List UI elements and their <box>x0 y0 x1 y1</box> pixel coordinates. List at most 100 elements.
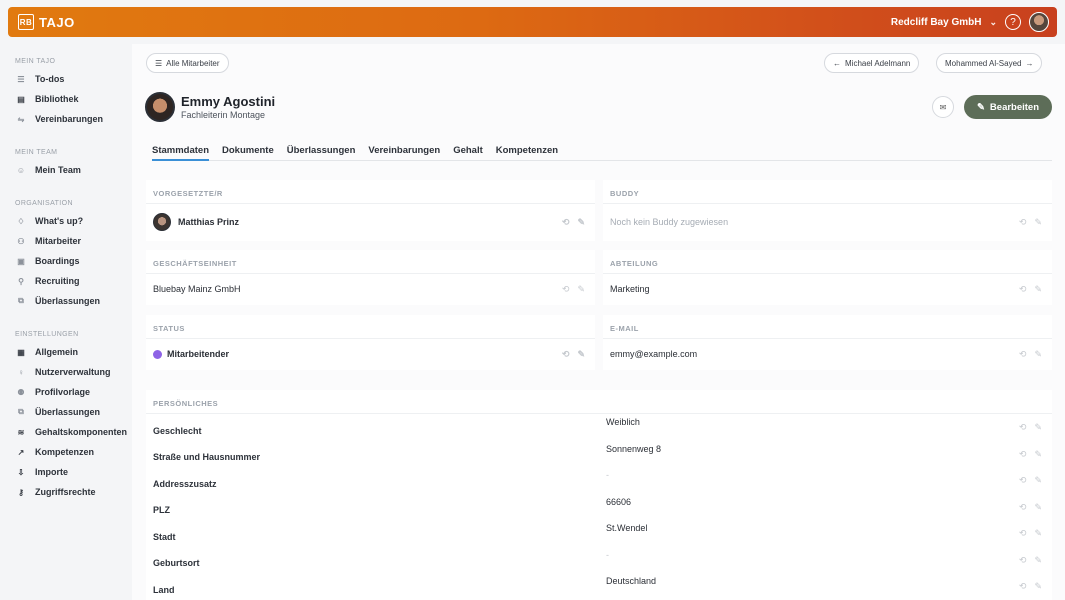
history-icon[interactable]: ⟲ <box>1019 349 1027 360</box>
pencil-icon[interactable]: ✎ <box>1034 284 1042 295</box>
pencil-icon[interactable]: ✎ <box>577 217 585 228</box>
all-employees-button[interactable]: ☰ Alle Mitarbeiter <box>146 53 229 73</box>
all-employees-label: Alle Mitarbeiter <box>166 58 220 68</box>
pencil-icon[interactable]: ✎ <box>1034 349 1042 360</box>
personal-row-value: 66606 <box>606 496 632 507</box>
tab-vereinbarungen[interactable]: Vereinbarungen <box>368 140 440 161</box>
sidebar-item-kompetenzen[interactable]: ↗ Kompetenzen <box>0 442 132 462</box>
employee-role: Fachleiterin Montage <box>181 110 266 120</box>
sidebar-section-title: EINSTELLUNGEN <box>15 331 79 338</box>
tab-gehalt[interactable]: Gehalt <box>453 140 483 161</box>
pencil-icon[interactable]: ✎ <box>1034 217 1042 228</box>
user-avatar[interactable] <box>1029 12 1049 32</box>
pencil-icon[interactable]: ✎ <box>1034 449 1042 460</box>
brand[interactable]: RB TAJO <box>18 14 75 30</box>
sidebar-item-allgemein[interactable]: ▦ Allgemein <box>0 342 132 362</box>
smile-icon: ☺ <box>16 165 26 175</box>
tab-dokumente[interactable]: Dokumente <box>222 140 274 161</box>
personal-row-value: St.Wendel <box>606 523 648 533</box>
email-card: E-MAIL emmy@example.com ⟲ ✎ <box>603 315 1052 370</box>
sidebar-section-title: ORGANISATION <box>15 200 73 207</box>
main-content: ☰ Alle Mitarbeiter ← Michael Adelmann Mo… <box>132 44 1065 600</box>
personal-title: PERSÖNLICHES <box>146 390 1052 414</box>
sidebar-item-label: Kompetenzen <box>35 447 95 457</box>
tab-ueberlassungen[interactable]: Überlassungen <box>287 140 356 161</box>
pencil-icon[interactable]: ✎ <box>1034 502 1042 513</box>
history-icon[interactable]: ⟲ <box>1019 502 1027 513</box>
email-value[interactable]: emmy@example.com <box>610 349 697 359</box>
supervisor-name[interactable]: Matthias Prinz <box>178 217 239 227</box>
status-title: STATUS <box>146 315 595 339</box>
history-icon[interactable]: ⟲ <box>1019 449 1027 460</box>
sidebar-item-nutzerverwaltung[interactable]: ♀ Nutzerverwaltung <box>0 362 132 382</box>
sidebar-item-mitarbeiter[interactable]: ⚇ Mitarbeiter <box>0 231 132 251</box>
sidebar-item-label: Boardings <box>35 256 80 266</box>
sidebar-item-label: Nutzerverwaltung <box>35 367 111 377</box>
handshake-icon: ⇋ <box>17 114 25 124</box>
sidebar-item-label: What's up? <box>35 216 84 226</box>
pencil-icon[interactable]: ✎ <box>1034 422 1042 433</box>
pencil-icon[interactable]: ✎ <box>577 349 585 360</box>
personal-row-value: Weiblich <box>606 417 640 427</box>
history-icon[interactable]: ⟲ <box>1019 528 1027 539</box>
history-icon[interactable]: ⟲ <box>1019 284 1027 295</box>
pencil-icon[interactable]: ✎ <box>1034 581 1042 592</box>
sidebar-item-mein-team[interactable]: ☺ Mein Team <box>0 160 132 180</box>
sidebar-item-recruiting[interactable]: ⚲ Recruiting <box>0 271 132 291</box>
previous-employee-button[interactable]: ← Michael Adelmann <box>824 53 920 73</box>
personal-row: Land Deutschland ⟲ ✎ <box>146 573 1052 600</box>
history-icon[interactable]: ⟲ <box>562 217 570 228</box>
profile-template-icon: ⚉ <box>17 387 25 397</box>
sidebar-section-title: MEIN TEAM <box>15 149 58 156</box>
status-card: STATUS Mitarbeitender ⟲ ✎ <box>146 315 595 370</box>
sidebar-item-ueberlassungen-settings[interactable]: ⧉ Überlassungen <box>0 402 132 422</box>
tab-bar: Stammdaten Dokumente Überlassungen Verei… <box>152 140 1052 161</box>
help-icon[interactable]: ? <box>1005 14 1021 30</box>
sidebar-item-bibliothek[interactable]: ▤ Bibliothek <box>0 89 132 109</box>
sidebar-item-profilvorlage[interactable]: ⚉ Profilvorlage <box>0 382 132 402</box>
key-icon: ⚷ <box>18 487 24 497</box>
pencil-icon[interactable]: ✎ <box>1034 528 1042 539</box>
company-switcher[interactable]: Redcliff Bay GmbH <box>891 17 982 28</box>
personal-row-label: Stadt <box>153 531 176 542</box>
sidebar-item-importe[interactable]: ⇩ Importe <box>0 462 132 482</box>
pencil-icon[interactable]: ✎ <box>1034 475 1042 486</box>
history-icon[interactable]: ⟲ <box>1019 217 1027 228</box>
sidebar-item-boardings[interactable]: ▣ Boardings <box>0 251 132 271</box>
business-unit-title: GESCHÄFTSEINHEIT <box>146 250 595 274</box>
sidebar-item-whats-up[interactable]: ♢ What's up? <box>0 211 132 231</box>
history-icon[interactable]: ⟲ <box>1019 475 1027 486</box>
personal-row-value: Deutschland <box>606 576 657 586</box>
sidebar-item-zugriffsrechte[interactable]: ⚷ Zugriffsrechte <box>0 482 132 502</box>
personal-row: Geburtsort - ⟲ ✎ <box>146 547 1052 574</box>
tab-stammdaten[interactable]: Stammdaten <box>152 140 210 161</box>
history-icon[interactable]: ⟲ <box>562 284 570 295</box>
logo-icon: RB <box>18 14 34 30</box>
chevron-down-icon[interactable]: ⌄ <box>989 17 997 28</box>
sidebar-item-label: Gehaltskomponenten <box>35 427 128 437</box>
personal-row: Stadt St.Wendel ⟲ ✎ <box>146 520 1052 547</box>
sidebar-item-vereinbarungen[interactable]: ⇋ Vereinbarungen <box>0 109 132 129</box>
history-icon[interactable]: ⟲ <box>1019 422 1027 433</box>
sidebar-item-ueberlassungen[interactable]: ⧉ Überlassungen <box>0 291 132 311</box>
list-icon: ☰ <box>17 74 25 84</box>
business-unit-value: Bluebay Mainz GmbH <box>153 284 241 294</box>
edit-button[interactable]: ✎ Bearbeiten <box>964 95 1052 119</box>
status-value: Mitarbeitender <box>167 349 230 359</box>
history-icon[interactable]: ⟲ <box>1019 581 1027 592</box>
history-icon[interactable]: ⟲ <box>1019 555 1027 566</box>
pencil-icon[interactable]: ✎ <box>1034 555 1042 566</box>
personal-row: Geschlecht Weiblich ⟲ ✎ <box>146 414 1052 441</box>
sidebar-item-label: Mein Team <box>35 165 81 175</box>
tab-kompetenzen[interactable]: Kompetenzen <box>496 140 558 161</box>
mail-button[interactable]: ✉ <box>932 96 954 118</box>
previous-employee-label: Michael Adelmann <box>845 58 911 68</box>
personal-row-value: - <box>606 470 609 480</box>
next-employee-button[interactable]: Mohammed Al-Sayed → <box>936 53 1043 73</box>
department-value: Marketing <box>610 284 650 294</box>
history-icon[interactable]: ⟲ <box>562 349 570 360</box>
pencil-icon[interactable]: ✎ <box>577 284 585 295</box>
sidebar-item-gehaltskomponenten[interactable]: ≋ Gehaltskomponenten <box>0 422 132 442</box>
email-title: E-MAIL <box>603 315 1052 339</box>
sidebar-item-todos[interactable]: ☰ To-dos <box>0 69 132 89</box>
